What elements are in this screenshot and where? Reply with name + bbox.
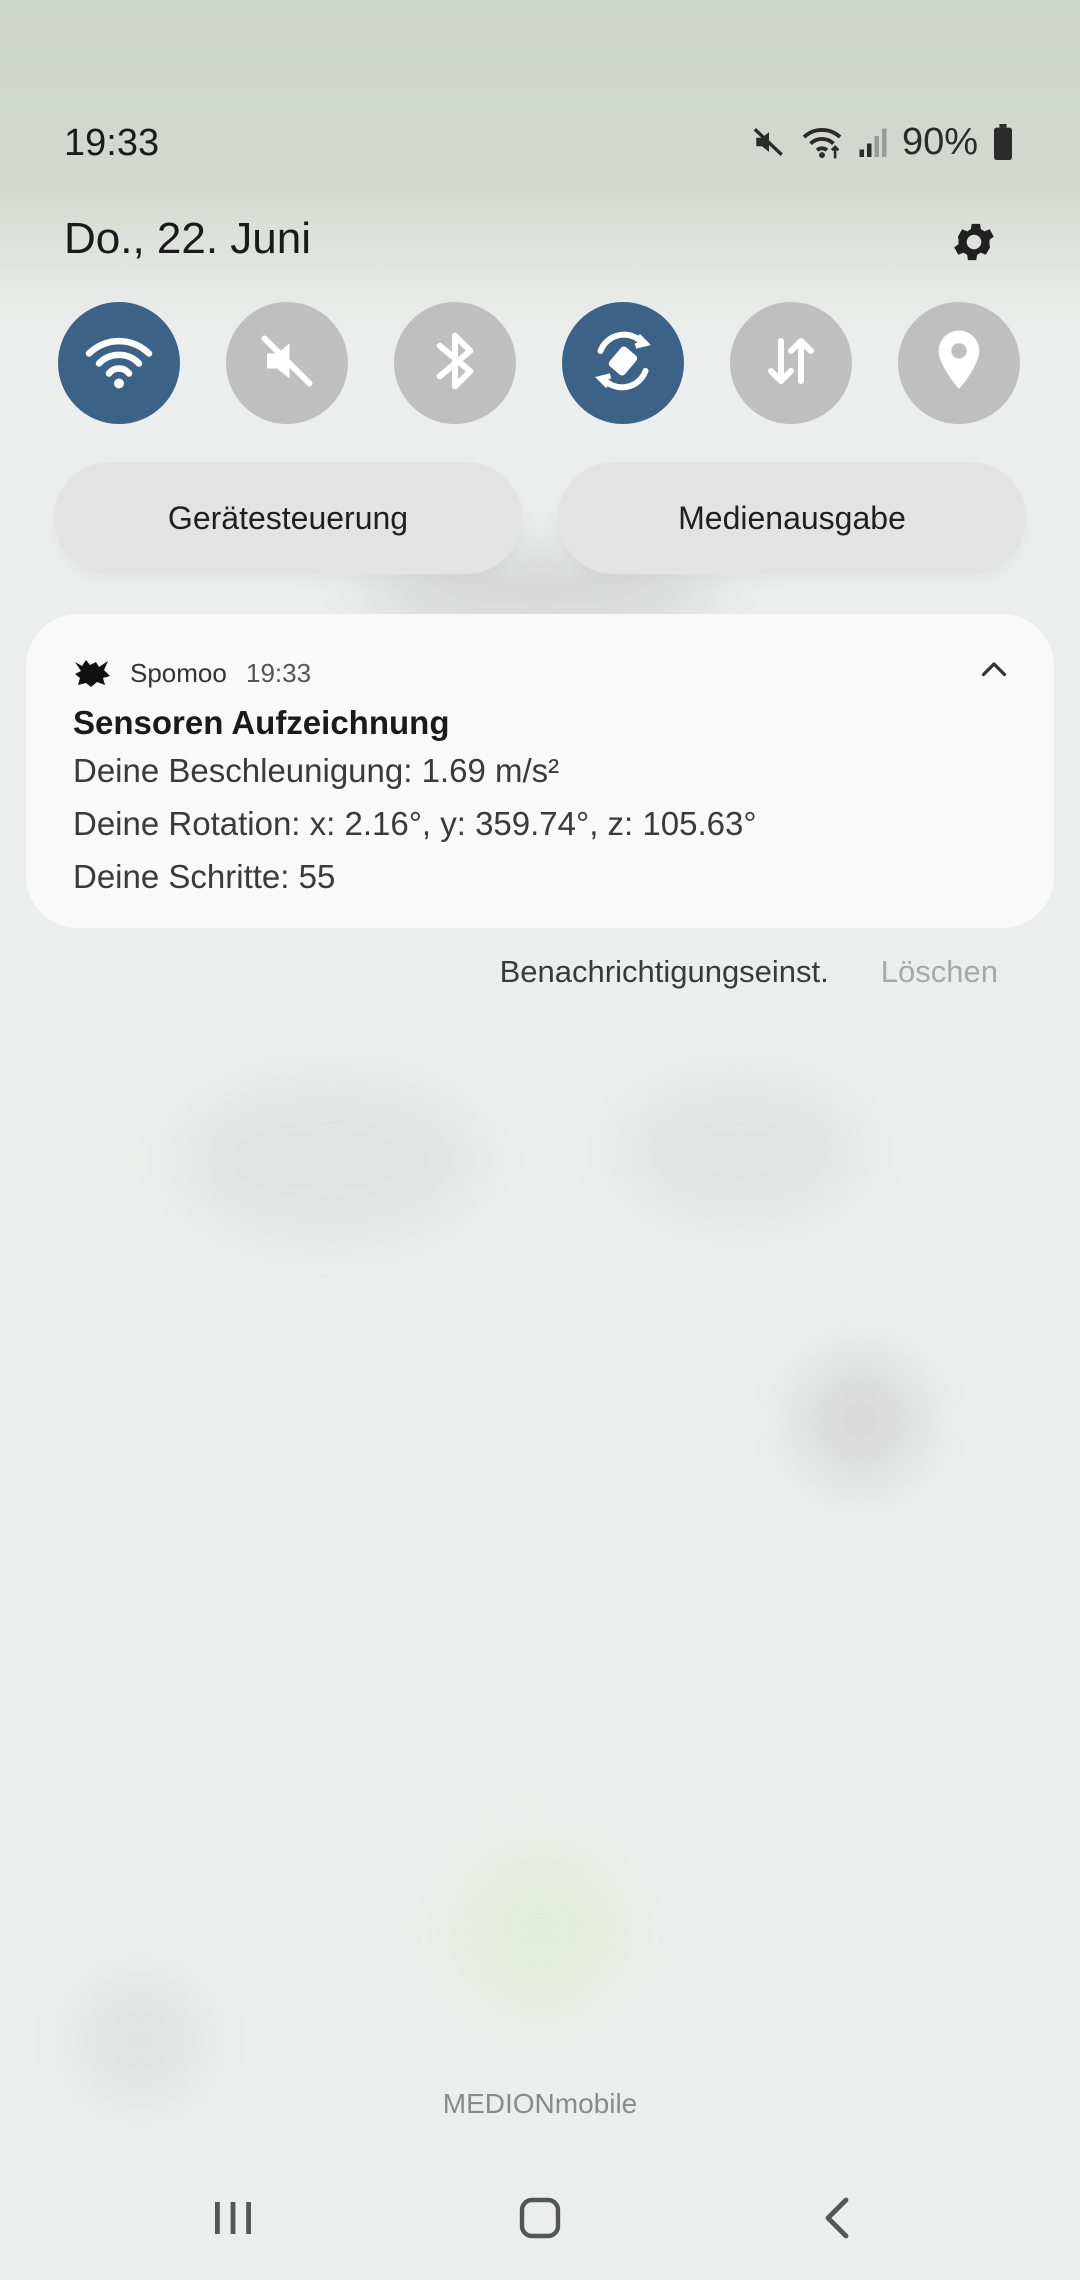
wallpaper-top [0,0,1080,340]
app-icon [72,654,112,688]
rotate-icon [588,326,658,401]
app-name: Spomoo [130,658,227,688]
background-blur [180,1080,480,1240]
gear-icon[interactable] [944,212,1004,272]
mute-icon [257,331,317,396]
wifi-toggle[interactable] [58,302,180,424]
chevron-up-icon[interactable] [976,652,1012,688]
auto-rotate-toggle[interactable] [562,302,684,424]
recents-icon[interactable] [200,2186,266,2250]
background-blur [800,1360,920,1480]
notification-line-rotation: Deine Rotation: x: 2.16°, y: 359.74°, z:… [73,805,757,842]
clear-button[interactable]: Löschen [881,954,998,990]
background-blur [620,1080,860,1220]
back-icon[interactable] [808,2186,868,2250]
battery-percent: 90% [901,120,978,163]
bluetooth-toggle[interactable] [394,302,516,424]
battery-icon [992,124,1014,160]
media-output-button[interactable]: Medienausgabe [558,462,1026,574]
notification-card[interactable]: Spomoo 19:33 Sensoren Aufzeichnung Deine… [26,614,1054,928]
notification-title: Sensoren Aufzeichnung [73,704,450,741]
wifi-icon [84,331,154,396]
location-toggle[interactable] [898,302,1020,424]
device-control-button[interactable]: Gerätesteuerung [54,462,522,574]
signal-icon [858,125,888,159]
background-blur [460,1850,620,2010]
mobile-data-toggle[interactable] [730,302,852,424]
status-icons: 90% [752,118,1014,166]
mute-icon [752,125,786,159]
location-pin-icon [932,328,986,399]
sound-toggle[interactable] [226,302,348,424]
notification-line-steps: Deine Schritte: 55 [73,858,336,895]
notification-line-acceleration: Deine Beschleunigung: 1.69 m/s² [73,752,560,789]
background-blur [80,1980,200,2100]
notification-settings-button[interactable]: Benachrichtigungseinst. [500,954,829,990]
notification-actions: Benachrichtigungseinst. Löschen [500,954,998,990]
notification-time: 19:33 [246,658,312,688]
bluetooth-icon [429,328,481,399]
data-arrows-icon [761,331,821,396]
home-icon[interactable] [508,2186,572,2250]
quick-settings-row [58,302,1020,424]
carrier-label: MEDIONmobile [442,2088,638,2119]
status-time: 19:33 [64,122,160,164]
date-label: Do., 22. Juni [64,214,312,263]
wifi-icon [800,124,844,160]
